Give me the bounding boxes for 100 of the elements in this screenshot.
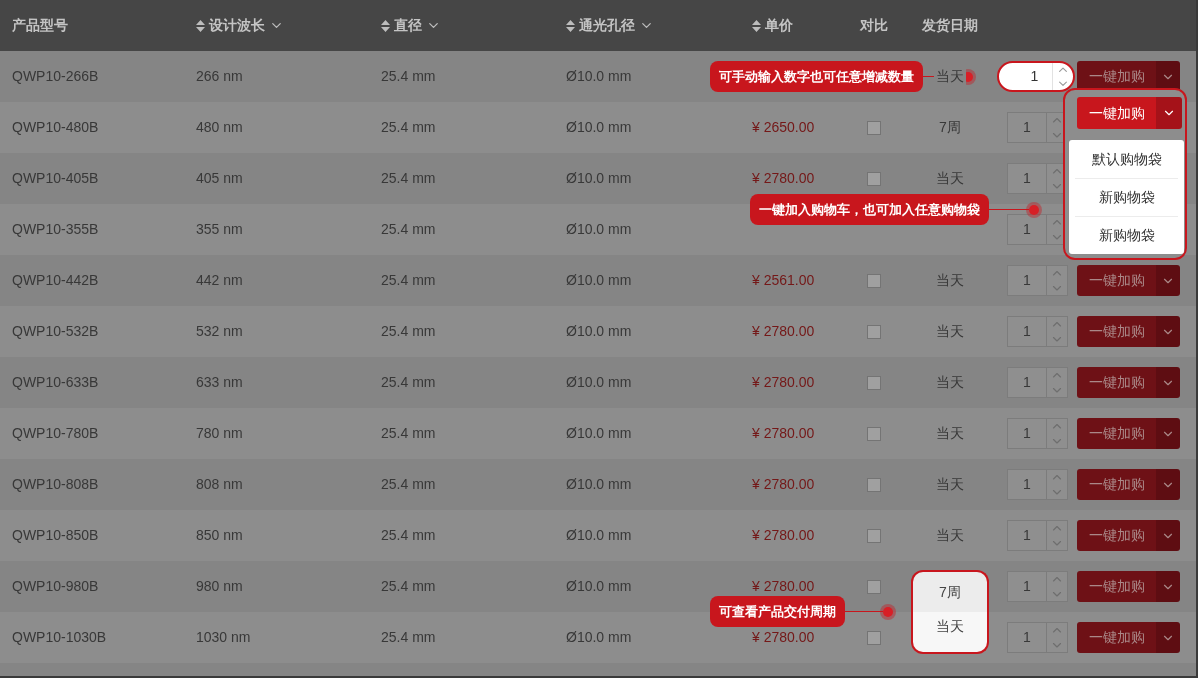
menu-item[interactable]: 默认购物袋 [1075,140,1178,178]
table-cell-text: 25.4 mm [381,424,436,443]
add-to-cart-button[interactable]: 一键加购 [1077,367,1156,398]
table-cell-text: Ø10.0 mm [566,628,632,647]
table-cell-text: 25.4 mm [381,577,436,596]
table-cell-text: 633 nm [196,373,243,392]
table-cell-text: Ø10.0 mm [566,577,632,596]
table-cell-text: Ø10.0 mm [566,526,632,545]
table-cell-text: Ø10.0 mm [566,475,632,494]
cart-dropdown-button[interactable] [1156,418,1180,449]
compare-checkbox[interactable] [867,120,881,135]
table-cell-text: QWP10-780B [12,424,99,443]
table-cell-text: Ø10.0 mm [566,322,632,341]
sort-icon[interactable] [566,19,575,32]
table-cell-text: QWP10-980B [12,577,99,596]
column-header[interactable]: 对比 [860,15,888,36]
sort-icon[interactable] [752,19,761,32]
compare-checkbox[interactable] [867,426,881,441]
cart-dropdown-button[interactable] [1156,469,1180,500]
table-cell-text: 808 nm [196,475,243,494]
table-cell-text: Ø10.0 mm [566,220,632,239]
add-to-cart-button[interactable]: 一键加购 [1077,520,1156,551]
menu-item[interactable]: 新购物袋 [1075,178,1178,216]
price: ¥ 2780.00 [752,476,815,492]
quantity-field[interactable]: 1 [997,61,1075,92]
table-cell-text: 25.4 mm [381,169,436,188]
add-to-cart-button[interactable]: 一键加购 [1077,571,1156,602]
compare-checkbox[interactable] [867,375,881,390]
sort-icon[interactable] [196,19,205,32]
compare-checkbox[interactable] [867,528,881,543]
add-to-cart-button[interactable]: 一键加购 [1077,97,1156,129]
table-cell-text: QWP10-405B [12,169,99,188]
compare-checkbox[interactable] [867,324,881,339]
column-header[interactable]: 通光孔径 [566,15,654,36]
column-header[interactable]: 设计波长 [196,15,284,36]
cart-dropdown-button[interactable] [1156,316,1180,347]
table-cell-text: QWP10-808B [12,475,99,494]
table-cell-text: QWP10-355B [12,220,99,239]
table-cell-text: QWP10-1030B [12,628,107,647]
table-cell-text: 25.4 mm [381,475,436,494]
sort-icon[interactable] [381,19,390,32]
add-to-cart-button[interactable]: 一键加购 [1077,622,1156,653]
add-to-cart-button[interactable]: 一键加购 [1077,265,1156,296]
table-cell-text: Ø10.0 mm [566,373,632,392]
compare-checkbox[interactable] [867,273,881,288]
cart-dropdown-button[interactable] [1156,520,1180,551]
table-cell-text: 25.4 mm [381,220,436,239]
compare-checkbox[interactable] [867,171,881,186]
price: ¥ 2780.00 [752,629,815,645]
price: ¥ 2780.00 [752,323,815,339]
price: ¥ 2780.00 [752,170,815,186]
compare-checkbox[interactable] [867,477,881,492]
column-header[interactable]: 直径 [381,15,441,36]
table-cell-text: 780 nm [196,424,243,443]
table-cell-text: Ø10.0 mm [566,271,632,290]
table-cell-text: QWP10-480B [12,118,99,137]
column-header[interactable]: 发货日期 [922,15,978,36]
add-to-cart-button[interactable]: 一键加购 [1077,418,1156,449]
table-cell-text: 442 nm [196,271,243,290]
table-cell-text: 25.4 mm [381,271,436,290]
callout-bubble: 一键加入购物车，也可加入任意购物袋 [750,194,989,225]
add-to-cart-button[interactable]: 一键加购 [1077,469,1156,500]
table-cell-text: 850 nm [196,526,243,545]
table-cell-text: 405 nm [196,169,243,188]
price: ¥ 2780.00 [752,374,815,390]
compare-checkbox[interactable] [867,579,881,594]
table-cell-text: 25.4 mm [381,67,436,86]
cart-dropdown-button[interactable] [1156,622,1180,653]
cart-dropdown-button[interactable] [1156,367,1180,398]
compare-checkbox[interactable] [867,630,881,645]
cart-dropdown-button[interactable] [1156,571,1180,602]
table-cell-text: 25.4 mm [381,373,436,392]
delivery-cell: 7周 [911,570,989,612]
price: ¥ 2780.00 [752,527,815,543]
table-cell-text: 480 nm [196,118,243,137]
table-cell-text: QWP10-266B [12,67,99,86]
table-cell-text: QWP10-532B [12,322,99,341]
price: ¥ 2780.00 [752,425,815,441]
menu-item[interactable]: 新购物袋 [1075,216,1178,254]
table-cell-text: 25.4 mm [381,118,436,137]
price: ¥ 2650.00 [752,119,815,135]
table-cell-text: Ø10.0 mm [566,118,632,137]
price: ¥ 2561.00 [752,272,815,288]
table-cell-text: 266 nm [196,67,243,86]
cart-dropdown-button[interactable] [1156,265,1180,296]
add-to-cart-button[interactable]: 一键加购 [1077,316,1156,347]
column-header[interactable]: 产品型号 [12,15,68,36]
table-cell-text: Ø10.0 mm [566,424,632,443]
table-cell-text: 25.4 mm [381,628,436,647]
table-cell-text: QWP10-633B [12,373,99,392]
table-cell-text: 25.4 mm [381,526,436,545]
table-cell-text: 980 nm [196,577,243,596]
leader-line [989,209,1029,210]
table-cell-text: 532 nm [196,322,243,341]
table-cell-text: QWP10-442B [12,271,99,290]
callout-bubble: 可查看产品交付周期 [710,596,845,627]
table-cell-text: Ø10.0 mm [566,169,632,188]
table-cell-text: 1030 nm [196,628,251,647]
column-header[interactable]: 单价 [752,15,793,36]
price: ¥ 2780.00 [752,578,815,594]
